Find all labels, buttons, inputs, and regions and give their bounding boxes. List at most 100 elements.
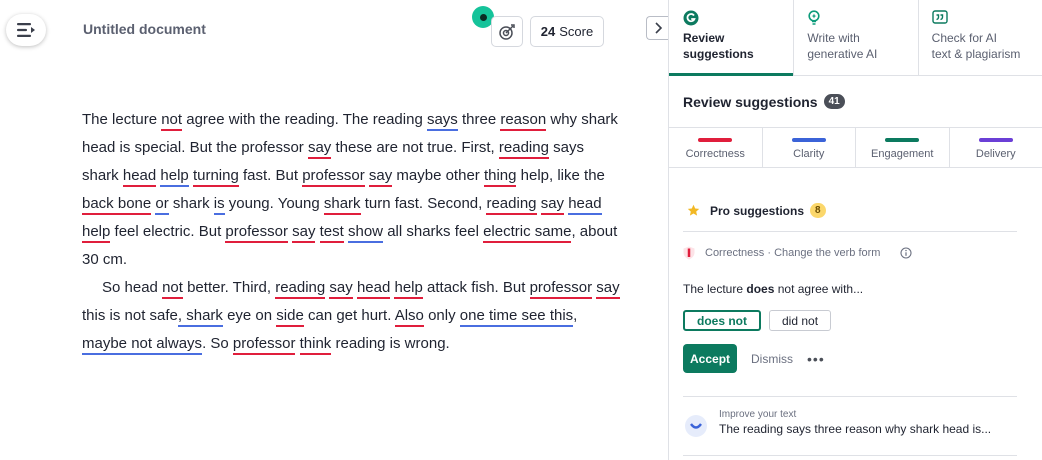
correctness-flagged-word[interactable]: help bbox=[394, 279, 423, 299]
document-text: this is not safe bbox=[82, 307, 178, 324]
correctness-flagged-word[interactable]: turning bbox=[192, 167, 239, 187]
document-text: The lecture bbox=[82, 111, 162, 128]
quote-icon bbox=[931, 10, 948, 24]
paragraph-2[interactable]: So head not better. Third, reading say h… bbox=[82, 274, 622, 358]
context-after: not agree with... bbox=[774, 282, 864, 296]
category-clarity[interactable]: Clarity bbox=[763, 128, 856, 167]
dismiss-button[interactable]: Dismiss bbox=[751, 352, 793, 366]
clarity-flagged-word[interactable]: one time see this bbox=[459, 307, 574, 327]
correctness-flagged-word[interactable]: side bbox=[276, 307, 304, 327]
clarity-flagged-word[interactable]: , shark bbox=[177, 307, 223, 327]
tab-label-line1: Review bbox=[683, 31, 725, 45]
correctness-flagged-word[interactable]: reading bbox=[486, 195, 537, 215]
clarity-flagged-word[interactable]: help bbox=[160, 167, 189, 187]
clarity-flagged-word[interactable]: is bbox=[213, 195, 225, 215]
document-text: attack fish. But bbox=[422, 279, 530, 296]
correctness-flagged-word[interactable]: say bbox=[596, 279, 620, 299]
clarity-flagged-word[interactable]: says bbox=[426, 111, 458, 131]
suggestion-card[interactable]: Correctness · Change the verb form The l… bbox=[683, 246, 1017, 373]
document-text: . So bbox=[202, 335, 233, 352]
clarity-flagged-word[interactable]: maybe not always bbox=[82, 335, 203, 355]
option-does-not[interactable]: does not bbox=[683, 310, 761, 331]
clarity-flagged-word[interactable]: or bbox=[155, 195, 169, 215]
target-icon bbox=[499, 23, 515, 40]
correctness-flagged-word[interactable]: professor bbox=[302, 167, 365, 187]
grammarly-logo-icon bbox=[683, 10, 699, 26]
correctness-flagged-word[interactable]: say bbox=[329, 279, 353, 299]
sidebar-tabs: Review suggestions Write with generative… bbox=[669, 0, 1042, 76]
correctness-flagged-word[interactable]: Also bbox=[394, 307, 424, 327]
clarity-flagged-word[interactable]: head bbox=[568, 195, 602, 215]
correctness-flagged-word[interactable]: head bbox=[356, 279, 391, 299]
correctness-flagged-word[interactable]: not bbox=[161, 111, 183, 131]
correctness-flagged-word[interactable]: reading bbox=[498, 139, 549, 159]
pro-suggestions-label: Pro suggestions bbox=[710, 203, 805, 218]
context-before: The lecture bbox=[683, 282, 747, 296]
category-engagement[interactable]: Engagement bbox=[856, 128, 950, 167]
correctness-flagged-word[interactable]: shark bbox=[323, 195, 361, 215]
improve-text-icon bbox=[685, 415, 707, 437]
correctness-flagged-word[interactable]: not bbox=[162, 279, 183, 299]
document-text bbox=[315, 223, 319, 240]
paragraph-1[interactable]: The lecture not agree with the reading. … bbox=[82, 106, 622, 274]
document-text: turn fast. Second, bbox=[360, 195, 487, 212]
accept-button[interactable]: Accept bbox=[683, 344, 738, 373]
document-text: can get hurt. bbox=[303, 307, 395, 324]
correctness-flagged-word[interactable]: electric same bbox=[483, 223, 572, 243]
collapse-sidebar-button[interactable] bbox=[646, 16, 668, 40]
document-text: these are not true. First, bbox=[331, 139, 499, 156]
correctness-flagged-word[interactable]: say bbox=[307, 139, 332, 159]
correctness-flagged-word[interactable]: think bbox=[299, 335, 332, 355]
correctness-shield-icon bbox=[683, 246, 695, 260]
correctness-flagged-word[interactable]: back bone bbox=[82, 195, 152, 215]
correctness-flagged-word[interactable]: reading bbox=[275, 279, 326, 299]
tab-label-line2: generative AI bbox=[807, 47, 878, 61]
correctness-flagged-word[interactable]: head bbox=[122, 167, 157, 187]
clarity-flagged-word[interactable]: show bbox=[348, 223, 384, 243]
correctness-flagged-word[interactable]: professor bbox=[232, 335, 296, 355]
correctness-bar bbox=[698, 138, 733, 142]
tab-check-ai-plagiarism[interactable]: Check for AI text & plagiarism bbox=[919, 0, 1042, 75]
tab-label-line1: Write with bbox=[807, 31, 860, 45]
document-body[interactable]: The lecture not agree with the reading. … bbox=[82, 106, 622, 358]
goals-button[interactable] bbox=[491, 16, 523, 47]
tab-label-line2: text & plagiarism bbox=[931, 47, 1021, 61]
correctness-flagged-word[interactable]: thing bbox=[483, 167, 517, 187]
document-title[interactable]: Untitled document bbox=[83, 21, 206, 37]
more-options-icon[interactable]: ••• bbox=[807, 351, 825, 367]
option-did-not[interactable]: did not bbox=[769, 310, 832, 331]
tab-review-suggestions[interactable]: Review suggestions bbox=[669, 0, 795, 76]
pro-suggestions-row[interactable]: Pro suggestions 8 bbox=[683, 190, 1017, 232]
category-delivery[interactable]: Delivery bbox=[950, 128, 1042, 167]
correctness-flagged-word[interactable]: say bbox=[292, 223, 316, 243]
pro-suggestions-count: 8 bbox=[810, 203, 826, 218]
document-text bbox=[295, 335, 299, 352]
correctness-flagged-word[interactable]: say bbox=[368, 167, 393, 187]
review-suggestions-title: Review suggestions bbox=[683, 93, 818, 110]
document-text: agree with the reading. The reading bbox=[182, 111, 427, 128]
category-correctness[interactable]: Correctness bbox=[669, 128, 763, 167]
score-button[interactable]: 24 Score bbox=[530, 16, 604, 47]
score-value: 24 bbox=[540, 24, 556, 39]
tab-write-generative-ai[interactable]: Write with generative AI bbox=[794, 0, 919, 75]
document-text: young. Young bbox=[224, 195, 324, 212]
category-label: Clarity bbox=[793, 148, 825, 160]
document-text: So head bbox=[102, 279, 163, 296]
correctness-flagged-word[interactable]: professor bbox=[529, 279, 593, 299]
menu-button[interactable] bbox=[6, 14, 46, 46]
correctness-flagged-word[interactable]: help bbox=[82, 223, 111, 243]
correctness-flagged-word[interactable]: say bbox=[540, 195, 565, 215]
assistant-sidebar: Review suggestions Write with generative… bbox=[668, 0, 1042, 460]
improve-text-row[interactable]: Improve your text The reading says three… bbox=[683, 396, 1017, 456]
correctness-flagged-word[interactable]: reason bbox=[500, 111, 547, 131]
correctness-flagged-word[interactable]: test bbox=[319, 223, 344, 243]
improve-text-preview: The reading says three reason why shark … bbox=[719, 422, 992, 436]
clarity-bar bbox=[791, 138, 826, 142]
document-text: three bbox=[457, 111, 501, 128]
suggestion-card-header: Correctness · Change the verb form bbox=[683, 246, 1017, 260]
tab-label-line1: Check for AI bbox=[931, 31, 998, 45]
correctness-flagged-word[interactable]: professor bbox=[225, 223, 288, 243]
info-icon[interactable] bbox=[900, 247, 913, 259]
document-text: all sharks feel bbox=[383, 223, 484, 240]
document-text: reading is wrong. bbox=[331, 335, 450, 352]
